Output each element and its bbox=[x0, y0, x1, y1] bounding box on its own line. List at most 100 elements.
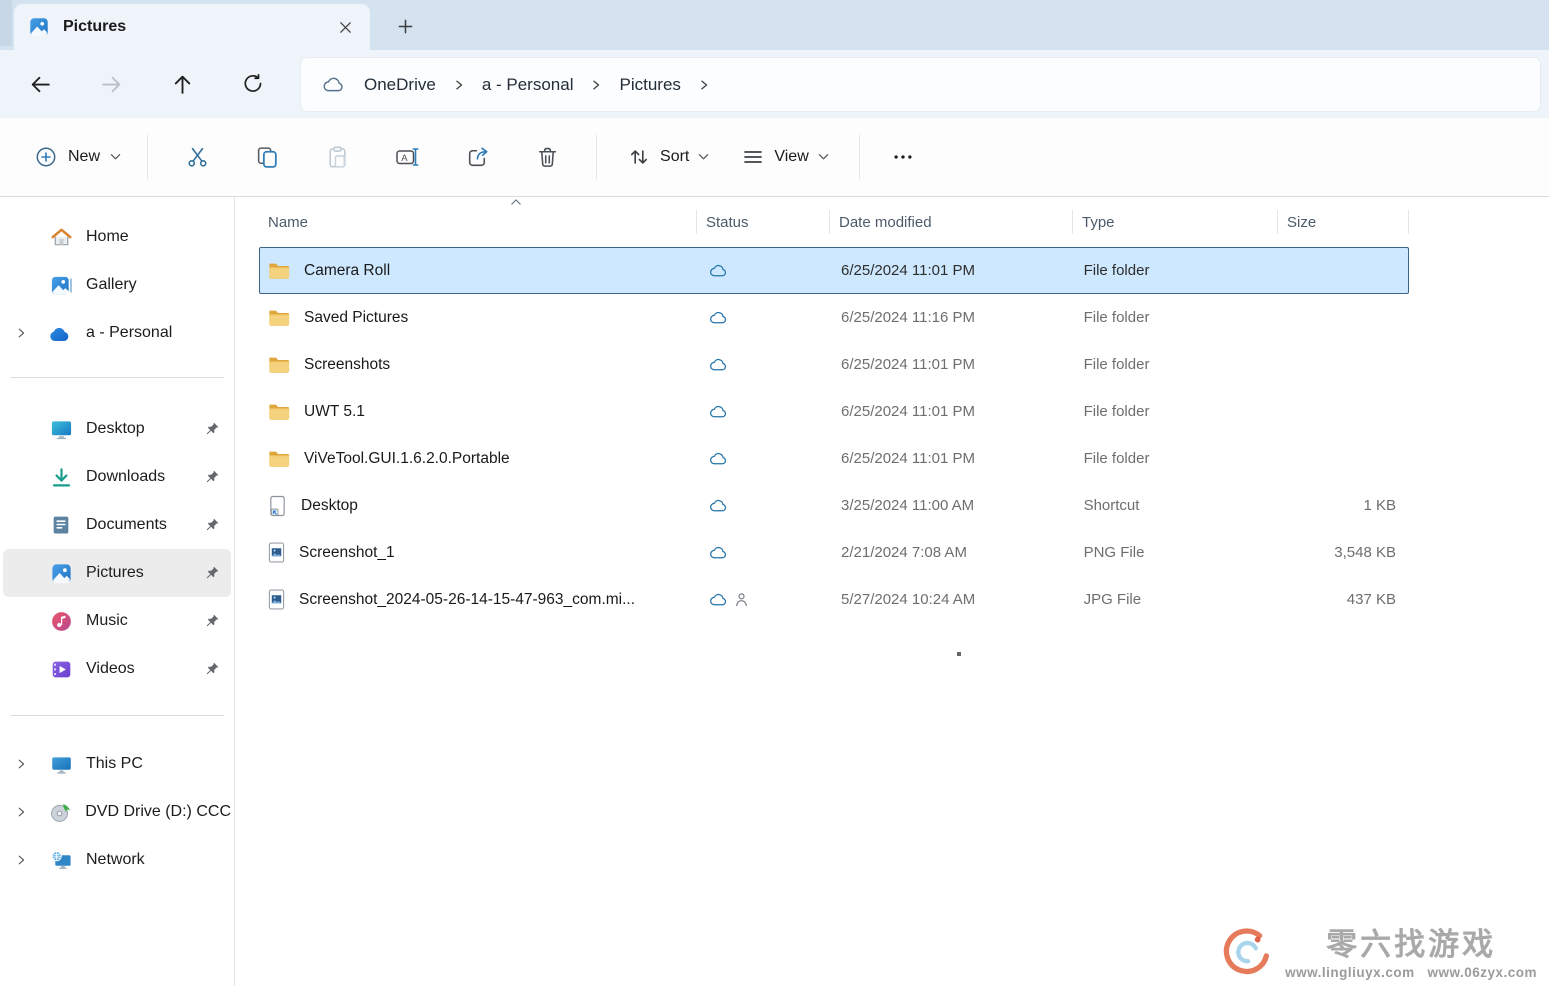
pin-icon bbox=[204, 517, 220, 533]
sidebar-item-music[interactable]: Music bbox=[3, 597, 231, 645]
watermark-urls: www.lingliuyx.com www.06zyx.com bbox=[1285, 965, 1537, 980]
cloud-status-icon bbox=[708, 451, 728, 466]
column-header-type[interactable]: Type bbox=[1073, 197, 1278, 247]
rename-icon[interactable]: A bbox=[384, 135, 430, 179]
sidebar-item-pictures[interactable]: Pictures bbox=[3, 549, 231, 597]
file-row-1[interactable]: Camera Roll6/25/2024 11:01 PMFile folder bbox=[259, 247, 1409, 294]
status-cell bbox=[697, 436, 830, 481]
breadcrumb-chevron-icon[interactable] bbox=[699, 79, 709, 91]
breadcrumb-item-pictures[interactable]: Pictures bbox=[613, 71, 686, 99]
share-icon[interactable] bbox=[454, 135, 500, 179]
toolbar-divider bbox=[859, 135, 860, 179]
breadcrumb-item-a-personal[interactable]: a - Personal bbox=[476, 71, 580, 99]
paste-icon[interactable] bbox=[314, 135, 360, 179]
sidebar-item-videos[interactable]: Videos bbox=[3, 645, 231, 693]
sidebar-item-label: a - Personal bbox=[86, 324, 172, 342]
sidebar-item-label: Network bbox=[86, 851, 145, 869]
toolbar-divider bbox=[596, 135, 597, 179]
breadcrumb-item-onedrive[interactable]: OneDrive bbox=[358, 71, 442, 99]
file-row-2[interactable]: Saved Pictures6/25/2024 11:16 PMFile fol… bbox=[259, 294, 1409, 341]
tab-pictures[interactable]: Pictures bbox=[14, 4, 370, 50]
file-row-5[interactable]: ViVeTool.GUI.1.6.2.0.Portable6/25/2024 1… bbox=[259, 435, 1409, 482]
type-cell: File folder bbox=[1073, 389, 1278, 434]
file-name-cell: Saved Pictures bbox=[260, 295, 697, 340]
expand-chevron-icon[interactable] bbox=[15, 327, 49, 339]
cut-icon[interactable] bbox=[174, 135, 220, 179]
pin-icon bbox=[204, 421, 220, 437]
column-header-size[interactable]: Size bbox=[1278, 197, 1409, 247]
date-modified-cell: 6/25/2024 11:16 PM bbox=[830, 295, 1073, 340]
sidebar-item-desktop[interactable]: Desktop bbox=[3, 405, 231, 453]
column-header-name[interactable]: Name bbox=[259, 197, 697, 247]
breadcrumb-chevron-icon[interactable] bbox=[591, 79, 601, 91]
sidebar-item-a-personal[interactable]: a - Personal bbox=[3, 309, 231, 357]
image-file-icon bbox=[268, 589, 285, 610]
cloud-status-icon bbox=[708, 545, 728, 560]
tab-title: Pictures bbox=[63, 18, 330, 36]
status-cell bbox=[697, 577, 830, 622]
title-bar: Pictures bbox=[0, 0, 1549, 50]
command-toolbar: New A Sort View bbox=[0, 118, 1549, 197]
watermark: 零六找游戏 www.lingliuyx.com www.06zyx.com bbox=[1223, 928, 1537, 980]
file-row-3[interactable]: Screenshots6/25/2024 11:01 PMFile folder bbox=[259, 341, 1409, 388]
forward-icon[interactable] bbox=[91, 64, 131, 104]
sidebar-item-gallery[interactable]: Gallery bbox=[3, 261, 231, 309]
file-name: Screenshot_1 bbox=[299, 544, 395, 562]
onedrive-cloud-icon bbox=[320, 76, 345, 93]
pin-icon bbox=[204, 661, 220, 677]
date-modified-cell: 3/25/2024 11:00 AM bbox=[830, 483, 1073, 528]
size-cell: 1 KB bbox=[1277, 483, 1408, 528]
up-icon[interactable] bbox=[162, 64, 202, 104]
back-icon[interactable] bbox=[20, 64, 60, 104]
column-header-status[interactable]: Status bbox=[697, 197, 830, 247]
sidebar-item-downloads[interactable]: Downloads bbox=[3, 453, 231, 501]
sidebar-item-home[interactable]: Home bbox=[3, 213, 231, 261]
new-button[interactable]: New bbox=[22, 137, 133, 177]
sidebar-item-network[interactable]: Network bbox=[3, 836, 231, 884]
sidebar-item-this-pc[interactable]: This PC bbox=[3, 740, 231, 788]
file-name: UWT 5.1 bbox=[304, 403, 365, 421]
sort-button[interactable]: Sort bbox=[615, 137, 721, 177]
sidebar-item-documents[interactable]: Documents bbox=[3, 501, 231, 549]
date-modified-cell: 6/25/2024 11:01 PM bbox=[830, 248, 1073, 293]
plus-circle-icon bbox=[34, 145, 58, 169]
sidebar-item-label: Documents bbox=[86, 516, 167, 534]
expand-chevron-icon[interactable] bbox=[15, 854, 49, 866]
file-row-6[interactable]: Desktop3/25/2024 11:00 AMShortcut1 KB bbox=[259, 482, 1409, 529]
column-header-date-modified[interactable]: Date modified bbox=[830, 197, 1073, 247]
file-row-8[interactable]: Screenshot_2024-05-26-14-15-47-963_com.m… bbox=[259, 576, 1409, 623]
size-cell bbox=[1277, 295, 1408, 340]
more-options-icon[interactable] bbox=[880, 135, 926, 179]
copy-icon[interactable] bbox=[244, 135, 290, 179]
stray-pixel-artifact bbox=[957, 652, 961, 656]
status-cell bbox=[697, 342, 830, 387]
size-cell bbox=[1277, 342, 1408, 387]
watermark-logo-icon bbox=[1223, 928, 1275, 980]
sidebar-item-dvd-drive-d-ccc[interactable]: DVD Drive (D:) CCC bbox=[3, 788, 231, 836]
date-modified-cell: 6/25/2024 11:01 PM bbox=[830, 389, 1073, 434]
column-headers: NameStatusDate modifiedTypeSize bbox=[259, 197, 1409, 247]
sidebar-item-label: Music bbox=[86, 612, 128, 630]
new-tab-icon[interactable] bbox=[390, 13, 420, 39]
sidebar-item-label: Downloads bbox=[86, 468, 165, 486]
expand-chevron-icon[interactable] bbox=[15, 806, 49, 818]
cloud-status-icon bbox=[708, 310, 728, 325]
breadcrumb-chevron-icon[interactable] bbox=[454, 79, 464, 91]
window-edge bbox=[0, 0, 12, 46]
delete-icon[interactable] bbox=[524, 135, 570, 179]
pin-icon bbox=[204, 613, 220, 629]
pin-icon bbox=[204, 469, 220, 485]
videos-icon bbox=[49, 658, 73, 681]
view-button[interactable]: View bbox=[729, 137, 840, 177]
shortcut-icon bbox=[268, 495, 287, 517]
expand-chevron-icon[interactable] bbox=[15, 758, 49, 770]
sidebar-item-label: DVD Drive (D:) CCC bbox=[85, 803, 231, 821]
file-row-4[interactable]: UWT 5.1 6/25/2024 11:01 PMFile folder bbox=[259, 388, 1409, 435]
tab-close-icon[interactable] bbox=[330, 12, 360, 42]
file-row-7[interactable]: Screenshot_12/21/2024 7:08 AMPNG File3,5… bbox=[259, 529, 1409, 576]
watermark-brand-text: 零六找游戏 bbox=[1326, 928, 1496, 962]
date-modified-cell: 2/21/2024 7:08 AM bbox=[830, 530, 1073, 575]
date-modified-cell: 6/25/2024 11:01 PM bbox=[830, 342, 1073, 387]
pictures-icon bbox=[49, 562, 73, 585]
refresh-icon[interactable] bbox=[233, 64, 273, 104]
